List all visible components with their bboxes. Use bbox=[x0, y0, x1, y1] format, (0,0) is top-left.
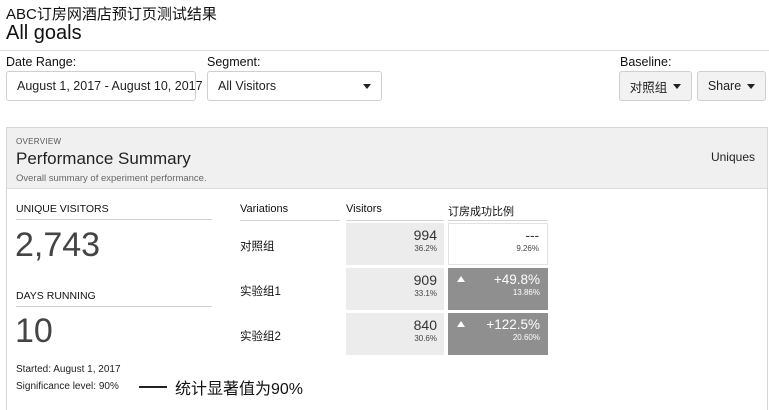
days-running-value: 10 bbox=[15, 312, 53, 350]
variation-name: 实验组2 bbox=[240, 331, 281, 343]
improvement-cell: --- 9.26% bbox=[448, 223, 548, 265]
overview-label: OVERVIEW bbox=[16, 137, 62, 146]
chevron-down-icon bbox=[747, 83, 756, 89]
page-title: All goals bbox=[6, 22, 82, 44]
visitors-count: 994 bbox=[413, 227, 437, 243]
uniques-toggle[interactable]: Uniques bbox=[711, 150, 755, 164]
conversion-rate: 9.26% bbox=[516, 244, 539, 253]
divider bbox=[16, 306, 212, 307]
improvement-value: --- bbox=[525, 228, 540, 243]
improvement-cell: +122.5% 20.60% bbox=[448, 313, 548, 355]
unique-visitors-value: 2,743 bbox=[15, 226, 101, 264]
experiment-results-page: ABC订房网酒店预订页测试结果 All goals Date Range: Au… bbox=[0, 0, 769, 410]
visitors-count: 909 bbox=[413, 272, 437, 288]
baseline-dropdown[interactable]: 对照组 bbox=[619, 71, 692, 101]
summary-header: OVERVIEW Performance Summary Overall sum… bbox=[7, 128, 767, 189]
performance-summary-panel: OVERVIEW Performance Summary Overall sum… bbox=[6, 127, 768, 410]
divider bbox=[448, 220, 548, 221]
segment-value: All Visitors bbox=[218, 79, 277, 93]
report-subtitle: ABC订房网酒店预订页测试结果 bbox=[6, 6, 217, 23]
divider bbox=[16, 219, 212, 220]
divider bbox=[346, 220, 444, 221]
visitors-percent: 30.6% bbox=[414, 334, 437, 343]
significance-annotation: 统计显著值为90% bbox=[139, 375, 303, 399]
conversion-rate: 13.86% bbox=[512, 288, 540, 297]
baseline-value: 对照组 bbox=[629, 80, 668, 95]
divider bbox=[240, 220, 340, 221]
variation-name: 实验组1 bbox=[240, 286, 281, 298]
date-range-label: Date Range: bbox=[6, 55, 77, 69]
segment-label: Segment: bbox=[207, 55, 261, 69]
annotation-text: 统计显著值为90% bbox=[175, 381, 304, 398]
significance-level: Significance level: 90% bbox=[16, 381, 119, 392]
visitors-cell: 994 36.2% bbox=[346, 223, 444, 265]
unique-visitors-label: UNIQUE VISITORS bbox=[16, 203, 109, 215]
baseline-label: Baseline: bbox=[620, 55, 672, 69]
arrow-up-icon bbox=[457, 276, 465, 282]
share-button[interactable]: Share bbox=[697, 71, 766, 101]
conversion-rate: 20.60% bbox=[512, 333, 540, 342]
chevron-down-icon bbox=[363, 83, 371, 89]
visitors-header: Visitors bbox=[346, 203, 382, 215]
days-running-label: DAYS RUNNING bbox=[16, 290, 96, 302]
visitors-percent: 33.1% bbox=[414, 289, 437, 298]
visitors-cell: 909 33.1% bbox=[346, 268, 444, 310]
summary-title: Performance Summary bbox=[16, 149, 191, 168]
header-divider bbox=[0, 50, 769, 51]
chevron-down-icon bbox=[673, 83, 682, 89]
started-date: Started: August 1, 2017 bbox=[16, 364, 121, 375]
date-range-dropdown[interactable]: August 1, 2017 - August 10, 2017 bbox=[6, 71, 217, 101]
date-range-value: August 1, 2017 - August 10, 2017 bbox=[17, 79, 203, 93]
variation-name: 对照组 bbox=[240, 241, 275, 253]
summary-subtitle: Overall summary of experiment performanc… bbox=[16, 173, 207, 184]
share-label: Share bbox=[707, 79, 742, 93]
visitors-cell: 840 30.6% bbox=[346, 313, 444, 355]
annotation-line bbox=[139, 386, 167, 388]
visitors-count: 840 bbox=[413, 317, 437, 333]
segment-dropdown[interactable]: All Visitors bbox=[207, 71, 382, 101]
arrow-up-icon bbox=[457, 321, 465, 327]
metric-header: 订房成功比例 bbox=[448, 206, 514, 218]
visitors-percent: 36.2% bbox=[414, 244, 437, 253]
variations-header: Variations bbox=[240, 203, 289, 215]
improvement-cell: +49.8% 13.86% bbox=[448, 268, 548, 310]
